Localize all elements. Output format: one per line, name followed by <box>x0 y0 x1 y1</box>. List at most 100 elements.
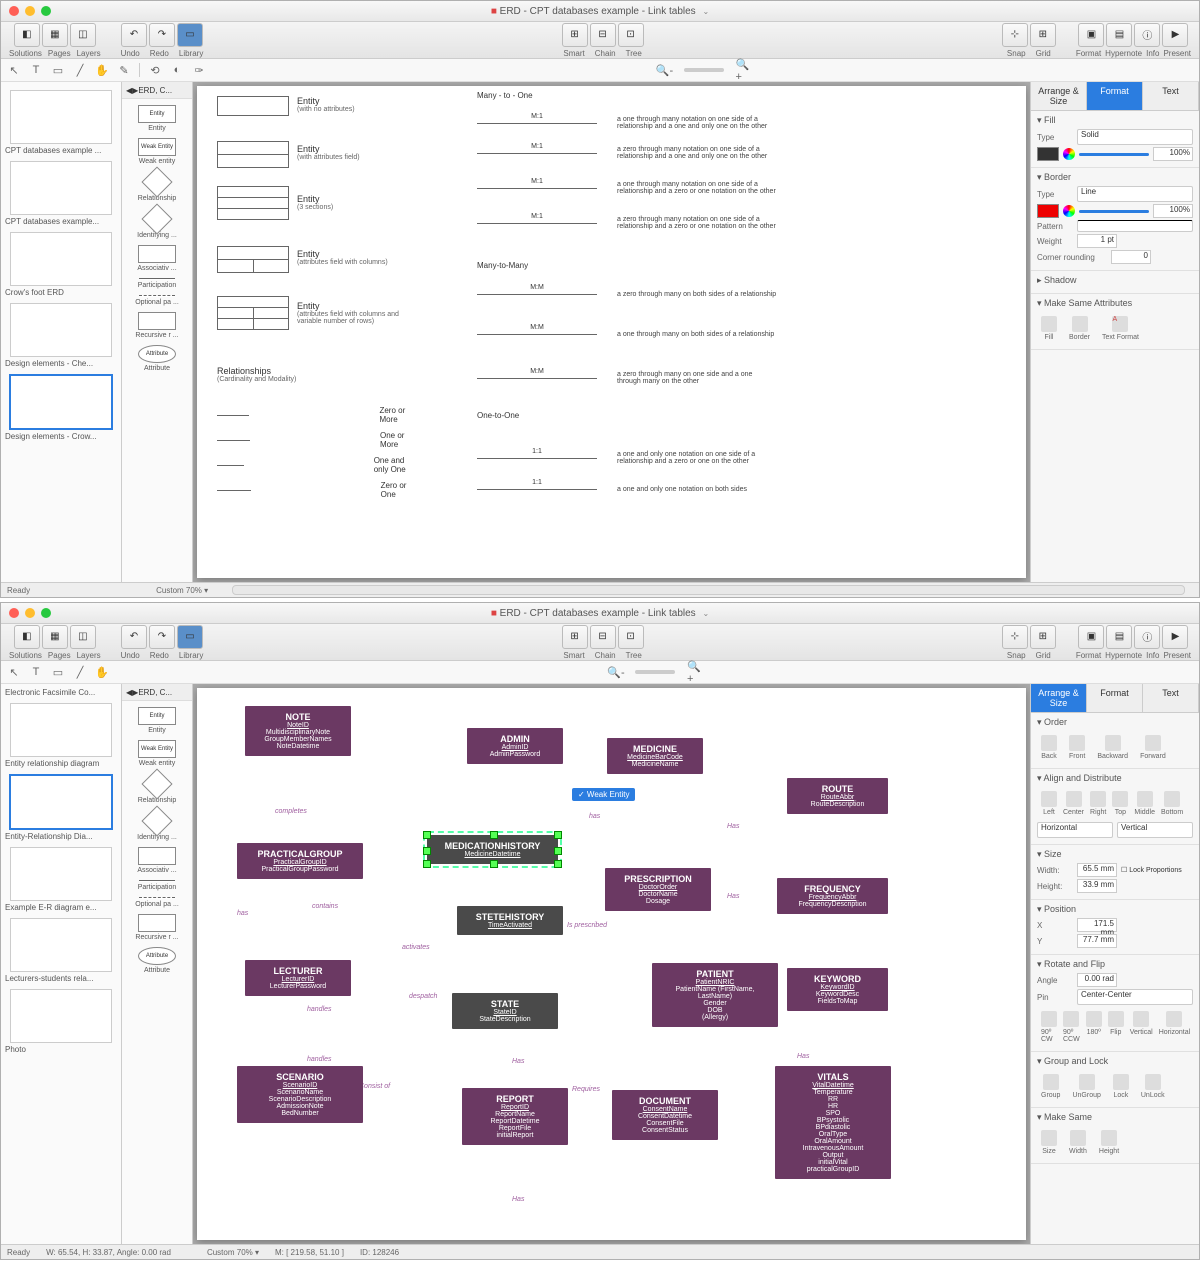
layers-button[interactable]: ◫ <box>70 23 96 47</box>
border-type-select[interactable]: Line <box>1077 186 1193 202</box>
tab-format[interactable]: Format <box>1087 82 1143 110</box>
entity-admin[interactable]: ADMINAdminIDAdminPassword <box>467 728 563 764</box>
lock-proportions-checkbox[interactable]: Lock Proportions <box>1129 867 1182 874</box>
pages-button[interactable]: ▦ <box>42 625 68 649</box>
page-thumb-selected[interactable] <box>9 374 113 430</box>
info-button[interactable]: ⓘ <box>1134 23 1160 47</box>
zoom-icon[interactable] <box>41 6 51 16</box>
chain-button[interactable]: ⊟ <box>590 625 616 649</box>
lib-weak-entity-icon[interactable]: Weak Entity <box>138 740 176 758</box>
zoom-icon[interactable] <box>41 608 51 618</box>
rel-line[interactable]: 1:1 <box>477 489 597 490</box>
info-button[interactable]: ⓘ <box>1134 625 1160 649</box>
make-fill-button[interactable]: Fill <box>1041 316 1057 341</box>
close-icon[interactable] <box>9 6 19 16</box>
pattern-select[interactable] <box>1077 220 1193 232</box>
lib-associative-icon[interactable] <box>138 847 176 865</box>
snap-button[interactable]: ⊹ <box>1002 625 1028 649</box>
align-right-button[interactable]: Right <box>1090 791 1106 816</box>
make-textfmt-button[interactable]: AText Format <box>1102 316 1139 341</box>
rel-line[interactable]: 1:1 <box>477 458 597 459</box>
page-thumb[interactable] <box>10 703 112 757</box>
flip-h-button[interactable]: Horizontal <box>1159 1011 1191 1043</box>
minimize-icon[interactable] <box>25 608 35 618</box>
makesame-width-button[interactable]: Width <box>1069 1130 1087 1155</box>
rel-line[interactable]: M:1 <box>477 153 597 154</box>
lib-identifying-icon[interactable] <box>141 203 172 234</box>
entity-shape[interactable] <box>217 296 289 308</box>
titlebar[interactable]: ■ ERD - CPT databases example - Link tab… <box>1 1 1199 22</box>
text-tool-icon[interactable]: T <box>29 63 43 77</box>
library-button[interactable]: ▭ <box>177 23 203 47</box>
tab-text[interactable]: Text <box>1143 684 1199 712</box>
redo-button[interactable]: ↷ <box>149 625 175 649</box>
align-bottom-button[interactable]: Bottom <box>1161 791 1183 816</box>
tab-text[interactable]: Text <box>1143 82 1199 110</box>
rotate-180-button[interactable]: 180º <box>1086 1011 1102 1043</box>
angle-input[interactable]: 0.00 rad <box>1077 973 1117 987</box>
undo-button[interactable]: ↶ <box>121 625 147 649</box>
smart-button[interactable]: ⊞ <box>562 23 588 47</box>
order-backward-button[interactable]: Backward <box>1097 735 1128 760</box>
rect-tool-icon[interactable]: ▭ <box>51 665 65 679</box>
tab-arrange[interactable]: Arrange & Size <box>1031 82 1087 110</box>
rotate-ccw-button[interactable]: 90º CCW <box>1063 1011 1080 1043</box>
lib-entity-icon[interactable]: Entity <box>138 707 176 725</box>
order-front-button[interactable]: Front <box>1069 735 1085 760</box>
entity-scenario[interactable]: SCENARIOScenarioIDScenarioNameScenarioDe… <box>237 1066 363 1123</box>
weight-input[interactable]: 1 pt <box>1077 234 1117 248</box>
chain-button[interactable]: ⊟ <box>590 23 616 47</box>
layers-button[interactable]: ◫ <box>70 625 96 649</box>
entity-shape[interactable] <box>217 96 289 116</box>
entity-frequency[interactable]: FREQUENCYFrequencyAbbrFrequencyDescripti… <box>777 878 888 914</box>
lib-attribute-icon[interactable]: Attribute <box>138 947 176 965</box>
grid-button[interactable]: ⊞ <box>1030 625 1056 649</box>
eyedropper-icon[interactable]: ✑ <box>192 63 206 77</box>
border-color-swatch[interactable] <box>1037 204 1059 218</box>
fill-opacity-value[interactable]: 100% <box>1153 147 1193 161</box>
align-top-button[interactable]: Top <box>1112 791 1128 816</box>
canvas[interactable]: completes has contains handles handles a… <box>193 684 1030 1244</box>
page-thumb[interactable] <box>10 989 112 1043</box>
tab-arrange[interactable]: Arrange & Size <box>1031 684 1087 712</box>
entity-shape[interactable] <box>217 141 289 155</box>
hypernote-button[interactable]: ▤ <box>1106 625 1132 649</box>
page-thumb-selected[interactable] <box>9 774 113 830</box>
lib-optional-icon[interactable] <box>139 295 175 297</box>
order-back-button[interactable]: Back <box>1041 735 1057 760</box>
breadcrumb[interactable]: ERD, C... <box>138 86 172 95</box>
rel-line[interactable]: M:1 <box>477 188 597 189</box>
zoom-out-icon[interactable]: 🔍- <box>658 63 672 77</box>
pen-tool-icon[interactable]: ✎ <box>117 63 131 77</box>
title-dropdown-icon[interactable]: ⌄ <box>702 609 709 618</box>
align-left-button[interactable]: Left <box>1041 791 1057 816</box>
pointer-tool-icon[interactable]: ↖ <box>7 665 21 679</box>
crow-line[interactable] <box>217 440 250 441</box>
tree-button[interactable]: ⊡ <box>618 625 644 649</box>
lib-associative-icon[interactable] <box>138 245 176 263</box>
rel-line[interactable]: M:M <box>477 334 597 335</box>
page-thumb[interactable] <box>10 90 112 144</box>
lib-identifying-icon[interactable] <box>141 805 172 836</box>
lib-entity-icon[interactable]: Entity <box>138 105 176 123</box>
color-wheel-icon[interactable] <box>1063 148 1075 160</box>
zoom-display[interactable]: Custom 70% <box>207 1248 253 1257</box>
fill-tool-icon[interactable]: ◐ <box>170 63 184 77</box>
page-thumb[interactable] <box>10 847 112 901</box>
distribute-v-select[interactable]: Vertical <box>1117 822 1193 838</box>
smart-button[interactable]: ⊞ <box>562 625 588 649</box>
entity-medicationhistory-selected[interactable]: MEDICATIONHISTORY MedicineDatetime <box>427 835 558 864</box>
makesame-size-button[interactable]: Size <box>1041 1130 1057 1155</box>
pin-select[interactable]: Center-Center <box>1077 989 1193 1005</box>
tab-format[interactable]: Format <box>1087 684 1143 712</box>
hand-tool-icon[interactable]: ✋ <box>95 63 109 77</box>
format-button[interactable]: ▣ <box>1078 625 1104 649</box>
lib-relationship-icon[interactable] <box>141 768 172 799</box>
entity-document[interactable]: DOCUMENTConsentNameConsentDatetimeConsen… <box>612 1090 718 1140</box>
entity-report[interactable]: REPORTReportIDReportNameReportDatetimeRe… <box>462 1088 568 1145</box>
hypernote-button[interactable]: ▤ <box>1106 23 1132 47</box>
lib-participation-icon[interactable] <box>139 278 175 280</box>
present-button[interactable]: ▶ <box>1162 625 1188 649</box>
titlebar[interactable]: ■ ERD - CPT databases example - Link tab… <box>1 603 1199 624</box>
entity-shape[interactable] <box>217 246 289 260</box>
